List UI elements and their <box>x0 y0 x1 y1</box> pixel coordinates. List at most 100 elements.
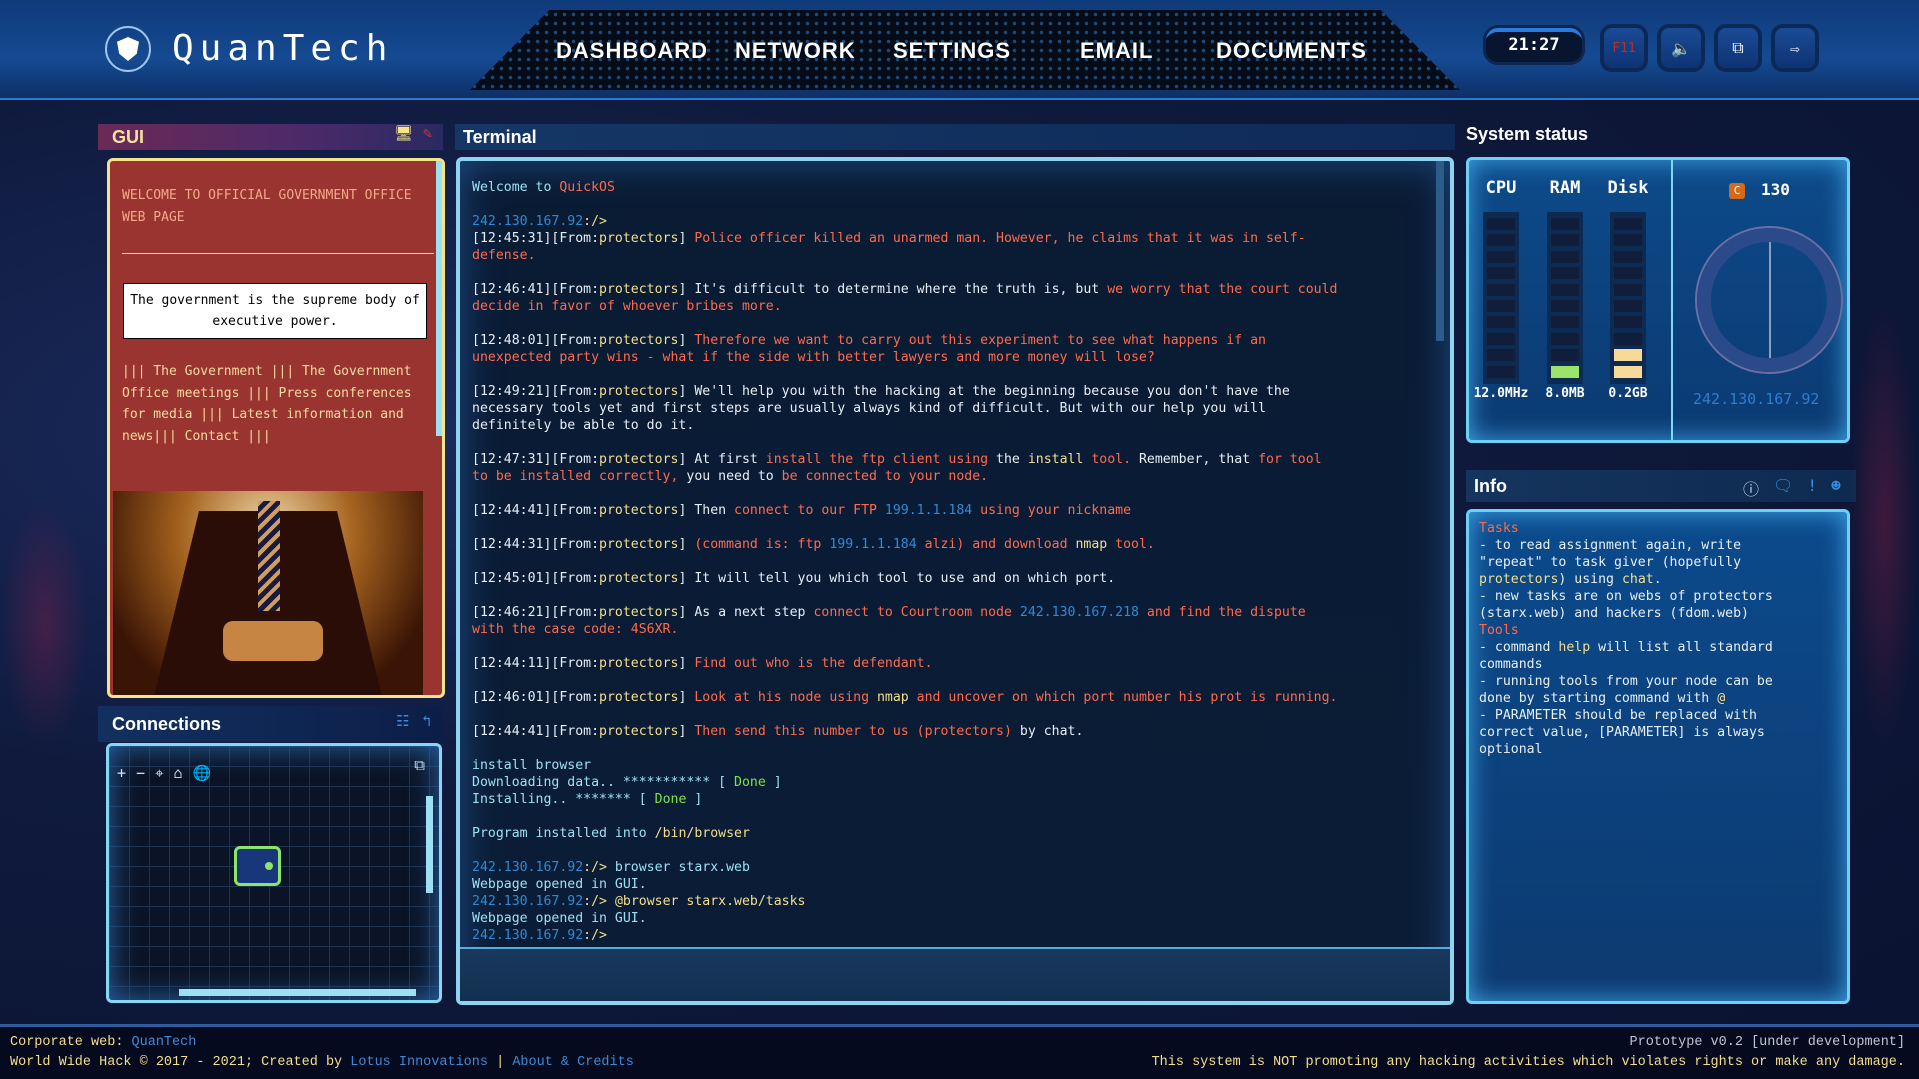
text-span: ] <box>678 690 695 705</box>
meter-cell <box>1614 349 1642 362</box>
shield-icon <box>117 37 139 61</box>
chat-icon[interactable]: 🗨 <box>1773 476 1793 500</box>
corporate-label: Corporate web: <box>10 1035 132 1050</box>
text-span: ] It will tell you which tool to use and… <box>678 571 1116 586</box>
text-span: ] <box>765 775 782 790</box>
credits-link[interactable]: About & Credits <box>512 1055 634 1070</box>
meter-value-cpu: 12.0MHz <box>1473 386 1529 401</box>
connections-map[interactable]: + − ⌖ ⌂ 🌐 ⧉ <box>106 743 442 1003</box>
corporate-link[interactable]: QuanTech <box>132 1035 197 1050</box>
map-toolbar: + − ⌖ ⌂ 🌐 <box>117 764 211 782</box>
gui-browser: WELCOME TO OFFICIAL GOVERNMENT OFFICE WE… <box>107 158 445 698</box>
text-span: - new tasks are on webs of protectors <box>1479 589 1773 604</box>
text-span: 242.130.167.92 <box>472 928 584 943</box>
external-link-icon[interactable]: ⧉ <box>414 756 425 774</box>
text-span: Police officer killed an unarmed man. Ho… <box>694 231 1306 246</box>
meter-cell <box>1487 283 1515 296</box>
terminal[interactable]: Welcome to QuickOS 242.130.167.92:/> [12:4… <box>456 157 1454 1005</box>
meter-cell <box>1487 349 1515 362</box>
meter-cell <box>1487 316 1515 329</box>
terminal-line: [12:46:01][From:protectors] Look at his … <box>472 689 1432 706</box>
terminal-line: Program installed into /bin/browser <box>472 825 1432 842</box>
info-line: - to read assignment again, write <box>1479 537 1839 554</box>
footer-corporate: Corporate web: QuanTech <box>10 1035 196 1050</box>
logout-button[interactable]: ⇨ <box>1775 28 1815 68</box>
alert-icon[interactable]: ! <box>1807 476 1817 500</box>
window-button[interactable]: ⧉ <box>1718 28 1758 68</box>
terminal-output: Welcome to QuickOS 242.130.167.92:/> [12:4… <box>472 179 1432 944</box>
nav-dashboard[interactable]: DASHBOARD <box>556 38 708 64</box>
connections-title: Connections <box>98 706 443 742</box>
node-status-dot <box>265 862 273 870</box>
node-ip: 242.130.167.92 <box>1693 390 1820 408</box>
meter-label-ram: RAM <box>1549 178 1581 198</box>
nav-email[interactable]: EMAIL <box>1080 38 1153 64</box>
sound-button[interactable]: 🔈 <box>1661 28 1701 68</box>
text-span: . <box>1653 572 1662 587</box>
network-tree-icon[interactable]: ☷ <box>396 712 409 730</box>
terminal-line: Downloading data.. *********** [ Done ] <box>472 774 1432 791</box>
map-vertical-scrollbar[interactable] <box>426 796 433 893</box>
nav-network[interactable]: NETWORK <box>735 38 856 64</box>
text-span: [12:48:01][From: <box>472 333 600 348</box>
text-span: :/> <box>583 860 607 875</box>
text-span: ] <box>678 724 695 739</box>
info-icon[interactable]: ⓘ <box>1743 476 1759 500</box>
text-span: protectors <box>599 690 679 705</box>
text-span: protectors <box>599 537 679 552</box>
terminal-line: [12:44:41][From:protectors] Then connect… <box>472 502 1432 519</box>
monitor-icon[interactable]: 🖥 <box>394 124 413 142</box>
zoom-in-button[interactable]: + <box>117 764 126 782</box>
meter-cell <box>1551 349 1579 362</box>
gui-scrollbar[interactable] <box>436 161 442 436</box>
terminal-scrollbar[interactable] <box>1436 161 1444 341</box>
info-line: - PARAMETER should be replaced with <box>1479 707 1839 724</box>
terminal-line: [12:47:31][From:protectors] At first ins… <box>472 451 1432 468</box>
footer-separator: | <box>488 1055 513 1070</box>
text-span: protectors <box>599 384 679 399</box>
text-span: Downloading data.. *********** [ <box>472 775 735 790</box>
nav-documents[interactable]: DOCUMENTS <box>1216 38 1367 64</box>
meter-cell <box>1487 250 1515 263</box>
info-line: - command help will list all standard <box>1479 639 1839 656</box>
info-line: "repeat" to task giver (hopefully <box>1479 554 1839 571</box>
text-span: [12:44:11][From: <box>472 656 600 671</box>
map-horizontal-scrollbar[interactable] <box>179 989 416 996</box>
text-span: protectors <box>599 282 679 297</box>
text-span: 242.130.167.218 <box>1019 605 1139 620</box>
user-icon[interactable]: ☻ <box>1831 476 1841 500</box>
meter-cell <box>1551 283 1579 296</box>
government-official-image <box>113 491 423 695</box>
zoom-out-button[interactable]: − <box>136 764 145 782</box>
home-icon[interactable]: ⌂ <box>174 764 183 782</box>
globe-icon[interactable]: 🌐 <box>193 764 212 782</box>
route-icon[interactable]: ↰ <box>422 712 431 730</box>
divider <box>122 253 434 254</box>
text-span: Find out who is the defendant. <box>694 656 933 671</box>
creator-link[interactable]: Lotus Innovations <box>350 1055 488 1070</box>
text-span: [12:44:41][From: <box>472 724 600 739</box>
edit-icon[interactable]: ✎ <box>423 124 432 142</box>
text-span: protectors <box>599 231 679 246</box>
meter-cell <box>1614 218 1642 230</box>
info-toolbar: ⓘ 🗨 ! ☻ <box>1743 476 1841 500</box>
nav-settings[interactable]: SETTINGS <box>893 38 1011 64</box>
locate-icon[interactable]: ⌖ <box>155 764 163 782</box>
text-span: :/> <box>583 214 607 229</box>
terminal-line: 242.130.167.92:/> <box>472 927 1432 944</box>
text-span: :/> <box>583 894 607 909</box>
network-node[interactable] <box>234 846 281 886</box>
text-span: @ <box>1717 691 1726 706</box>
gui-nav-links[interactable]: ||| The Government ||| The Government Of… <box>122 361 422 447</box>
terminal-input[interactable] <box>460 947 1450 1001</box>
info-line: optional <box>1479 741 1839 758</box>
fullscreen-button[interactable]: F11 <box>1604 28 1644 68</box>
logo-icon[interactable] <box>105 26 151 72</box>
text-span: - to read assignment again, write <box>1479 538 1742 553</box>
text-span: QuickOS <box>559 180 615 195</box>
meter-cell <box>1551 365 1579 378</box>
